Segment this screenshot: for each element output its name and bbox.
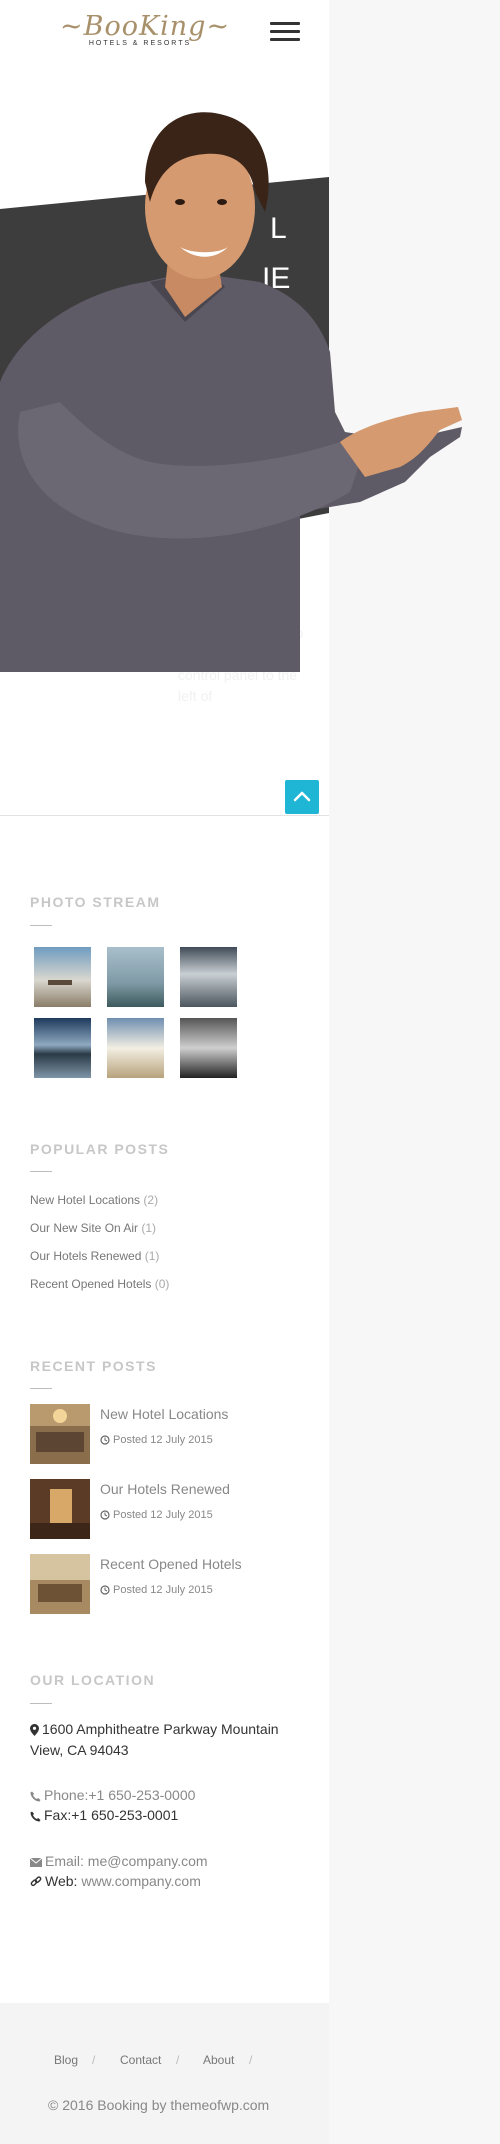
recent-post-date-text: Posted 12 July 2015 xyxy=(113,1584,213,1596)
footer-separator: / xyxy=(176,2053,180,2067)
phone-icon xyxy=(30,1811,41,1822)
photo-stream-title: PHOTO STREAM xyxy=(30,894,161,910)
map-marker-icon xyxy=(30,1724,39,1737)
chevron-up-icon xyxy=(293,791,311,802)
clock-icon xyxy=(100,1435,110,1445)
recent-post-thumbnail[interactable] xyxy=(30,1404,90,1464)
photo-thumb-beach-boat[interactable] xyxy=(34,947,91,1007)
footer-link-about[interactable]: About xyxy=(203,2053,234,2067)
recent-post-date: Posted 12 July 2015 xyxy=(100,1434,213,1446)
title-underline xyxy=(30,1171,52,1172)
scroll-to-top-button[interactable] xyxy=(285,780,319,814)
photo-thumb-lake-dusk[interactable] xyxy=(34,1018,91,1078)
recent-post-thumbnail[interactable] xyxy=(30,1479,90,1539)
popular-post-count: (0) xyxy=(154,1277,170,1291)
address-line1: 1600 Amphitheatre Parkway Mountain xyxy=(42,1721,279,1737)
footer-separator: / xyxy=(249,2053,253,2067)
site-footer: Blog / Contact / About / © 2016 Booking … xyxy=(0,2003,329,2144)
recent-post-title[interactable]: New Hotel Locations xyxy=(100,1406,228,1422)
recent-post-item: Our Hotels Renewed Posted 12 July 2015 xyxy=(30,1479,300,1541)
footer-separator: / xyxy=(92,2053,96,2067)
popular-post-label: Our Hotels Renewed xyxy=(30,1249,142,1263)
recent-post-item: New Hotel Locations Posted 12 July 2015 xyxy=(30,1404,300,1466)
recent-post-date: Posted 12 July 2015 xyxy=(100,1584,213,1596)
email-label: Email: xyxy=(45,1853,84,1869)
hamburger-menu-icon[interactable] xyxy=(270,22,300,44)
web-label: Web: xyxy=(45,1873,78,1889)
recent-posts-title: RECENT POSTS xyxy=(30,1358,157,1374)
our-location-title: OUR LOCATION xyxy=(30,1672,156,1688)
clock-icon xyxy=(100,1510,110,1520)
photo-thumb-sunray-horizon[interactable] xyxy=(107,1018,164,1078)
site-header: ~BooKing~ HOTELS & RESORTS xyxy=(0,0,329,82)
popular-post-count: (1) xyxy=(141,1221,157,1235)
photo-thumb-dark-shore[interactable] xyxy=(180,1018,237,1078)
phone-text: Phone:+1 650-253-0000 xyxy=(44,1787,196,1803)
hero-man-image xyxy=(0,112,462,672)
recent-post-title[interactable]: Recent Opened Hotels xyxy=(100,1556,242,1572)
photo-thumb-sea-shore[interactable] xyxy=(107,947,164,1007)
email-line: Email: me@company.com xyxy=(30,1853,208,1869)
address: 1600 Amphitheatre Parkway Mountain View,… xyxy=(30,1719,279,1761)
recent-post-date: Posted 12 July 2015 xyxy=(100,1509,213,1521)
popular-post-link[interactable]: New Hotel Locations (2) xyxy=(30,1193,158,1207)
title-underline xyxy=(30,925,52,926)
recent-post-item: Recent Opened Hotels Posted 12 July 2015 xyxy=(30,1554,300,1616)
web-line: Web: www.company.com xyxy=(30,1873,201,1889)
fax-text: Fax:+1 650-253-0001 xyxy=(44,1807,179,1823)
popular-post-count: (2) xyxy=(143,1193,159,1207)
link-icon xyxy=(30,1876,42,1887)
popular-post-link[interactable]: Our New Site On Air (1) xyxy=(30,1221,156,1235)
popular-post-link[interactable]: Recent Opened Hotels (0) xyxy=(30,1277,169,1291)
recent-post-date-text: Posted 12 July 2015 xyxy=(113,1434,213,1446)
site-logo[interactable]: ~BooKing~ HOTELS & RESORTS xyxy=(60,11,231,56)
footer-link-contact[interactable]: Contact xyxy=(120,2053,161,2067)
popular-post-label: Recent Opened Hotels xyxy=(30,1277,152,1291)
phone-icon xyxy=(30,1791,41,1802)
logo-wordmark: ~BooKing~ xyxy=(60,11,231,42)
popular-posts-title: POPULAR POSTS xyxy=(30,1141,170,1157)
email-link[interactable]: me@company.com xyxy=(88,1853,208,1869)
recent-post-title[interactable]: Our Hotels Renewed xyxy=(100,1481,230,1497)
footer-link-blog[interactable]: Blog xyxy=(54,2053,78,2067)
envelope-icon xyxy=(30,1857,42,1867)
copyright-text: © 2016 Booking by themeofwp.com xyxy=(48,2097,270,2113)
clock-icon xyxy=(100,1585,110,1595)
address-line2: View, CA 94043 xyxy=(30,1742,129,1758)
popular-post-label: New Hotel Locations xyxy=(30,1193,141,1207)
photo-thumb-sunset-coast[interactable] xyxy=(180,947,237,1007)
popular-post-link[interactable]: Our Hotels Renewed (1) xyxy=(30,1249,159,1263)
fax-line: Fax:+1 650-253-0001 xyxy=(30,1807,178,1823)
recent-post-thumbnail[interactable] xyxy=(30,1554,90,1614)
web-link[interactable]: www.company.com xyxy=(81,1873,201,1889)
title-underline xyxy=(30,1703,52,1704)
recent-post-date-text: Posted 12 July 2015 xyxy=(113,1509,213,1521)
popular-post-label: Our New Site On Air xyxy=(30,1221,139,1235)
popular-post-count: (1) xyxy=(144,1249,160,1263)
divider xyxy=(0,815,329,816)
title-underline xyxy=(30,1388,52,1389)
phone-line: Phone:+1 650-253-0000 xyxy=(30,1787,195,1803)
